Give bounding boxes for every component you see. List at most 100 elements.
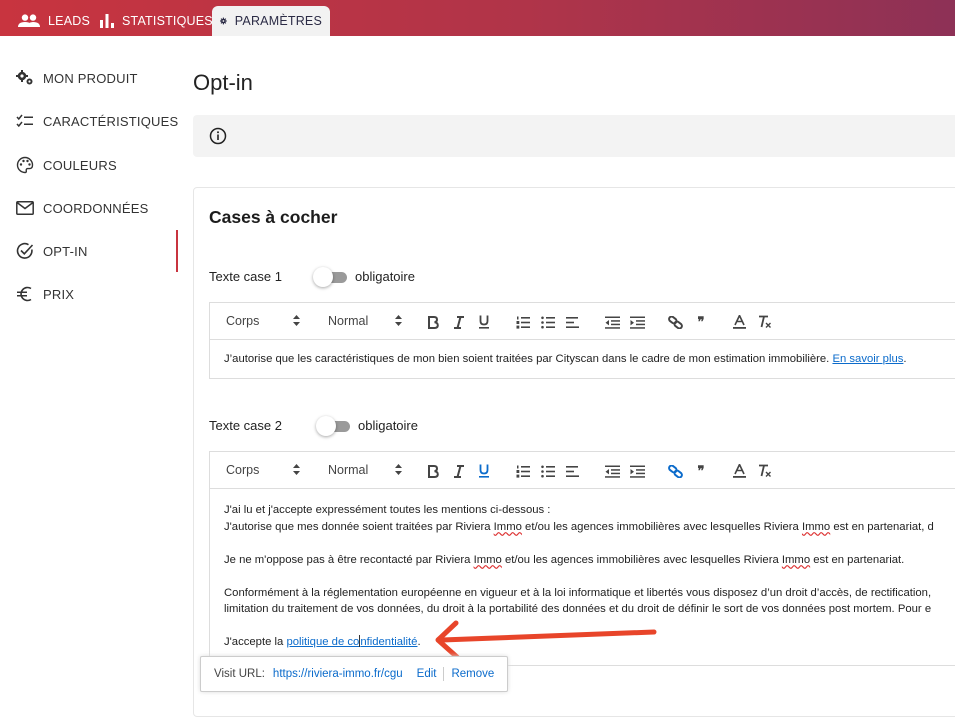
case2-line3: Je ne m'oppose pas à être recontacté par… [224, 553, 905, 566]
text-color-icon [732, 315, 746, 329]
bar-chart-icon [100, 14, 114, 28]
bold-icon [428, 315, 439, 329]
tooltip-divider [443, 667, 445, 681]
palette-icon [16, 156, 34, 174]
euro-icon [17, 286, 32, 302]
case2-line4: Conformément à la réglementation europée… [224, 586, 932, 599]
underline-button[interactable] [475, 313, 493, 331]
tooltip-url-link[interactable]: https://riviera-immo.fr/cgu [273, 668, 403, 680]
tab-leads-label: LEADS [48, 14, 90, 28]
sidebar-item-label: OPT-IN [43, 243, 88, 259]
gear-icon [220, 17, 227, 25]
page-title: Opt-in [193, 70, 253, 95]
case2-label: Texte case 2 [209, 418, 282, 433]
case1-required-toggle[interactable] [313, 267, 347, 287]
align-left-icon [566, 465, 579, 477]
tab-parametres[interactable]: PARAMÈTRES [212, 6, 330, 36]
remove-link-button[interactable]: Remove [451, 668, 494, 680]
sidebar-item-mon-produit[interactable]: MON PRODUIT [16, 66, 138, 90]
sidebar-item-opt-in[interactable]: OPT-IN [16, 239, 88, 263]
bullet-list-icon [541, 465, 555, 477]
indent-icon [629, 465, 645, 478]
link-button[interactable] [666, 462, 684, 480]
sidebar-item-couleurs[interactable]: COULEURS [16, 153, 117, 177]
bold-icon [428, 464, 439, 478]
case1-toggle-label: obligatoire [355, 269, 415, 284]
align-button[interactable] [564, 313, 582, 331]
link-icon [667, 315, 683, 329]
text-color-icon [732, 464, 746, 478]
active-indicator [176, 230, 178, 272]
underline-icon [479, 315, 489, 329]
gears-icon [16, 70, 33, 85]
case2-toggle-label: obligatoire [358, 418, 418, 433]
case1-text: J’autorise que les caractéristiques de m… [224, 353, 833, 365]
bold-button[interactable] [424, 313, 442, 331]
align-button[interactable] [564, 462, 582, 480]
text-color-button[interactable] [730, 462, 748, 480]
case1-label: Texte case 1 [209, 269, 282, 284]
font-select[interactable]: Corps [226, 463, 259, 477]
quote-icon: ❞ [697, 314, 705, 329]
font-select[interactable]: Corps [226, 314, 259, 328]
privacy-policy-link[interactable]: politique de confidentialité [286, 635, 417, 648]
toggle-knob [316, 416, 336, 436]
envelope-icon [16, 201, 34, 215]
ordered-list-button[interactable] [514, 313, 532, 331]
sidebar-item-label: COORDONNÉES [43, 200, 149, 216]
tab-parametres-label: PARAMÈTRES [234, 14, 322, 28]
clear-format-button[interactable] [756, 462, 774, 480]
clear-format-icon [759, 464, 771, 477]
bullet-list-button[interactable] [539, 462, 557, 480]
size-select[interactable]: Normal [328, 314, 368, 328]
info-banner [193, 115, 955, 157]
case2-toolbar: Corps Normal ❞ [210, 452, 955, 489]
italic-button[interactable] [450, 462, 468, 480]
tab-statistiques[interactable]: STATISTIQUES [92, 6, 221, 36]
sidebar-item-caracteristiques[interactable]: CARACTÉRISTIQUES [16, 109, 178, 133]
outdent-icon [604, 465, 620, 478]
bold-button[interactable] [424, 462, 442, 480]
case1-link[interactable]: En savoir plus [832, 353, 903, 365]
visit-url-label: Visit URL: [214, 668, 265, 680]
sidebar-item-coordonnees[interactable]: COORDONNÉES [16, 196, 149, 220]
info-icon [209, 127, 227, 145]
case1-editor: Corps Normal ❞ J’autorise que les caract… [209, 302, 955, 379]
clear-format-button[interactable] [756, 313, 774, 331]
case1-toolbar: Corps Normal ❞ [210, 303, 955, 340]
outdent-button[interactable] [603, 462, 621, 480]
sidebar-item-label: PRIX [43, 286, 75, 302]
sidebar-item-label: COULEURS [43, 157, 117, 173]
tab-leads[interactable]: LEADS [10, 6, 98, 36]
quote-icon: ❞ [697, 463, 705, 478]
sidebar: MON PRODUIT CARACTÉRISTIQUES COULEURS CO… [0, 36, 180, 703]
text-color-button[interactable] [730, 313, 748, 331]
case2-line2: J'autorise que mes donnée soient traitée… [224, 520, 934, 533]
bullet-list-icon [541, 316, 555, 328]
check-circle-icon [16, 242, 34, 259]
edit-link-button[interactable]: Edit [417, 668, 437, 680]
blockquote-button[interactable]: ❞ [692, 462, 710, 480]
italic-icon [454, 464, 464, 478]
select-arrows-icon [395, 464, 402, 475]
indent-button[interactable] [628, 313, 646, 331]
sidebar-item-prix[interactable]: PRIX [16, 282, 74, 306]
sidebar-item-label: MON PRODUIT [43, 70, 138, 86]
indent-button[interactable] [628, 462, 646, 480]
case1-text-content[interactable]: J’autorise que les caractéristiques de m… [210, 340, 955, 365]
case2-required-toggle[interactable] [316, 416, 350, 436]
bullet-list-button[interactable] [539, 313, 557, 331]
underline-button[interactable] [475, 462, 493, 480]
size-select[interactable]: Normal [328, 463, 368, 477]
italic-icon [454, 315, 464, 329]
link-button[interactable] [666, 313, 684, 331]
top-nav-bar: LEADS STATISTIQUES PARAMÈTRES [0, 0, 955, 36]
tab-statistiques-label: STATISTIQUES [122, 14, 213, 28]
underline-icon [479, 464, 489, 478]
link-icon [667, 464, 683, 478]
ordered-list-button[interactable] [514, 462, 532, 480]
outdent-button[interactable] [603, 313, 621, 331]
italic-button[interactable] [450, 313, 468, 331]
case1-after-link: . [903, 353, 907, 365]
blockquote-button[interactable]: ❞ [692, 313, 710, 331]
